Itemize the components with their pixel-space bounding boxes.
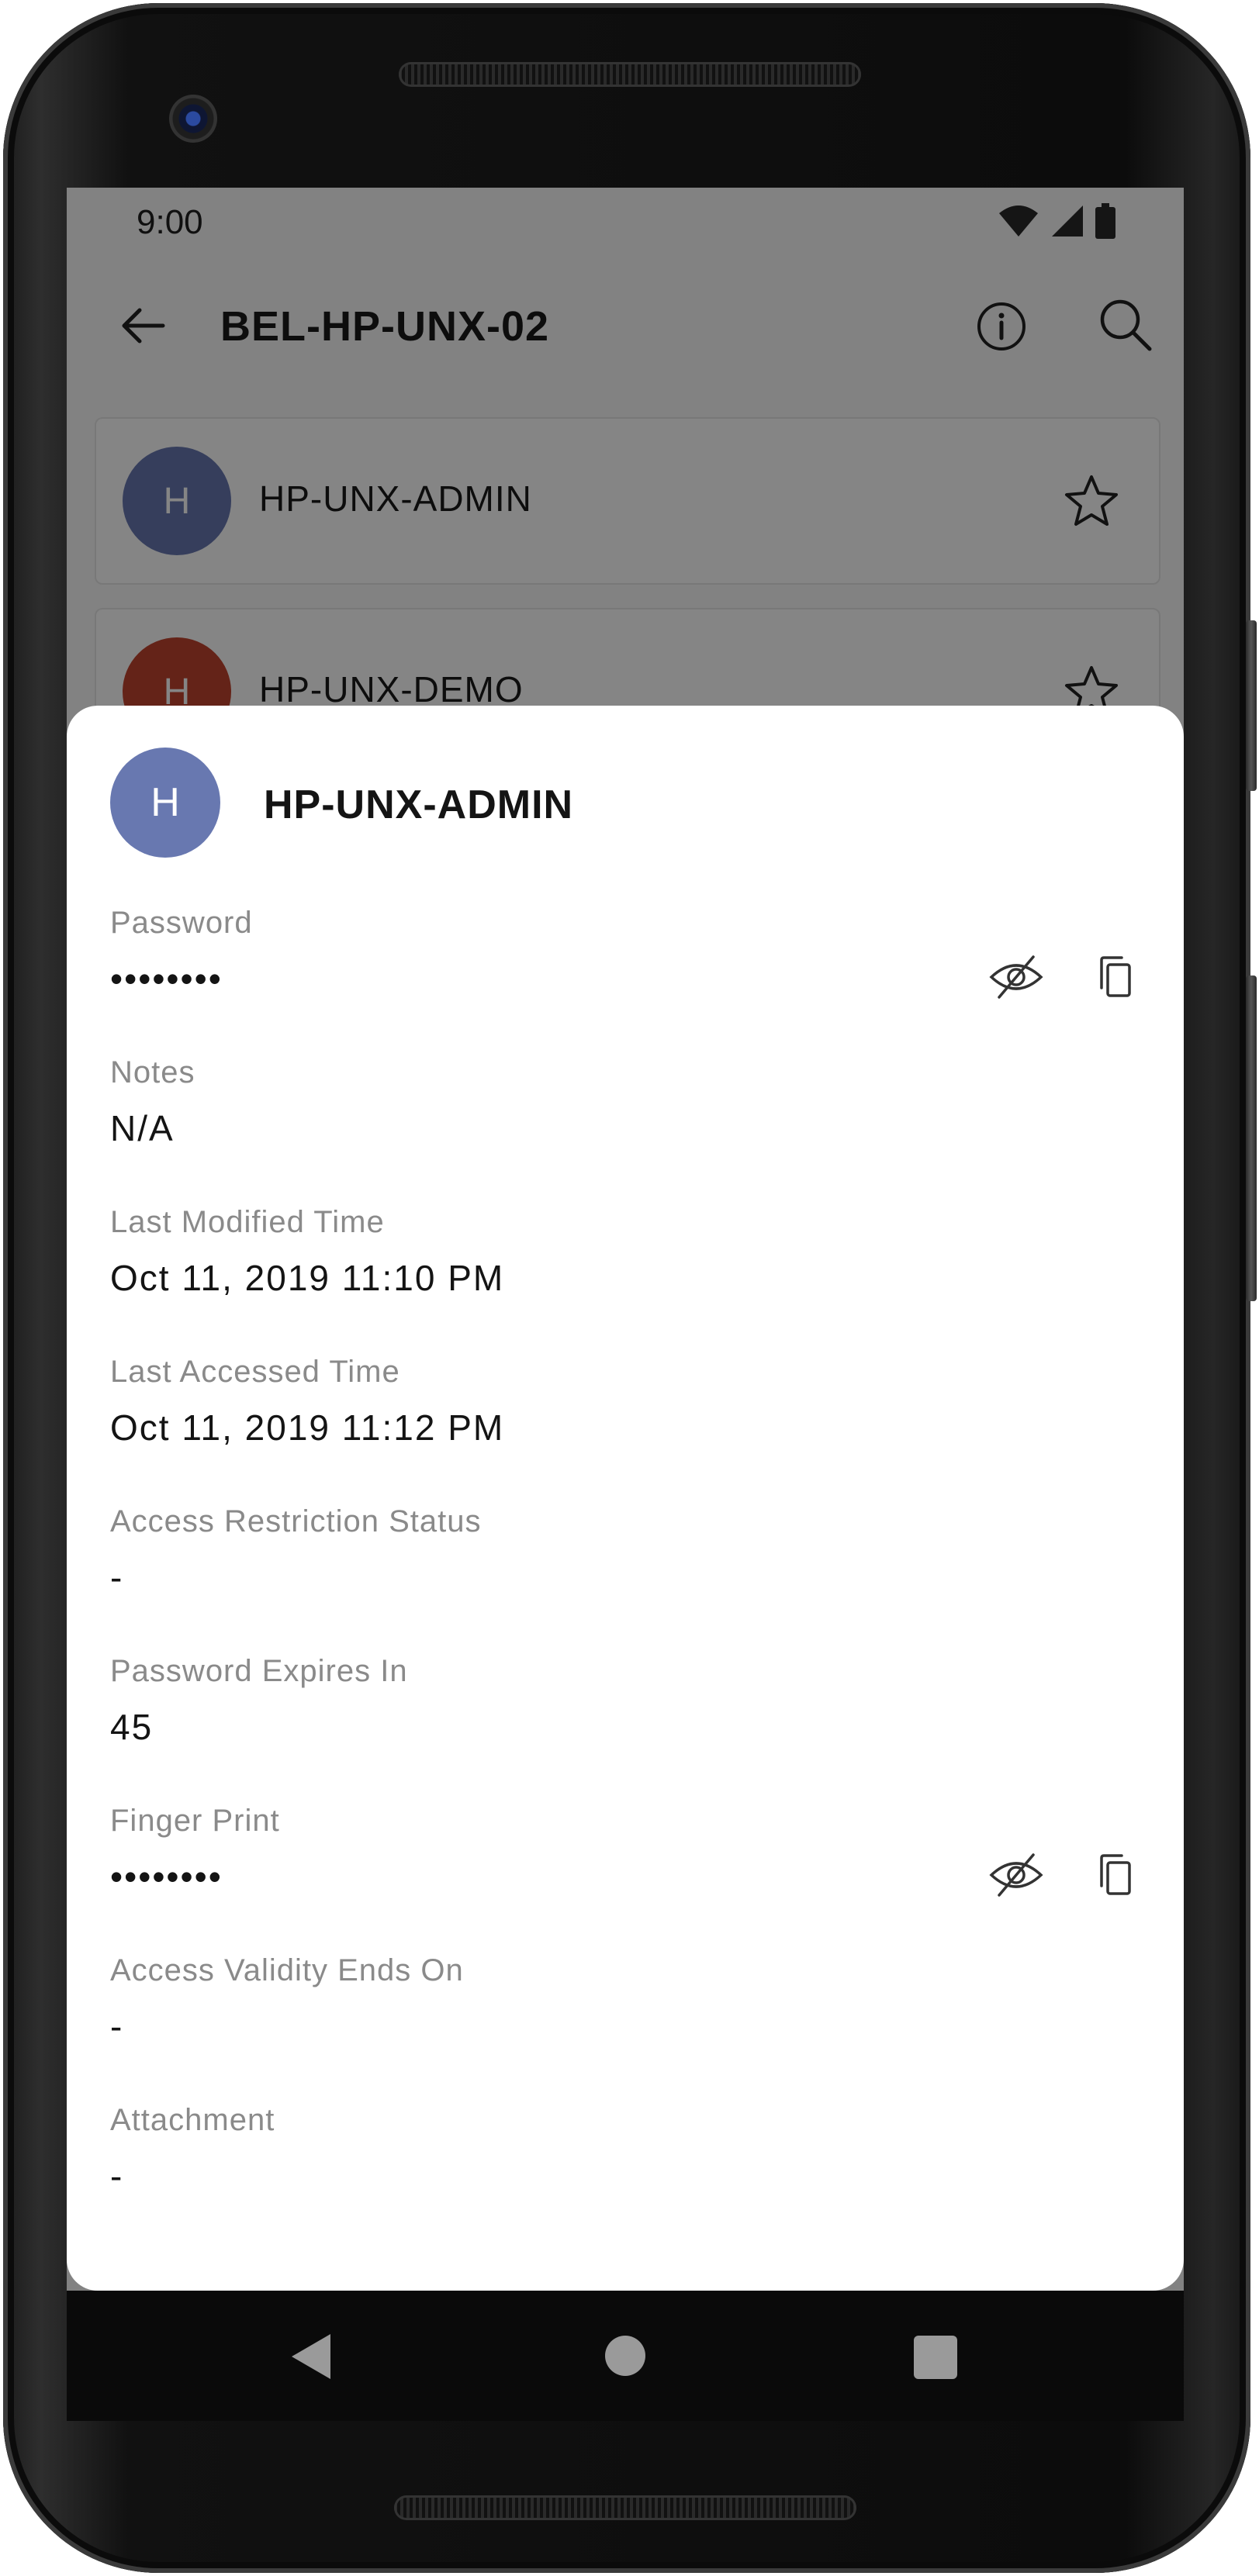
eye-off-icon[interactable] [988,952,1044,1002]
volume-button [1246,975,1257,1301]
front-camera [169,95,217,143]
field-value: •••••••• [110,1856,223,1897]
field-actions [988,952,1140,1002]
field-label: Password Expires In [110,1654,408,1688]
field-password-expires-in: Password Expires In 45 [110,1652,1140,1749]
field-value: - [110,2006,124,2046]
back-triangle-icon[interactable] [292,2334,330,2379]
field-value: - [110,2156,124,2196]
home-circle-icon[interactable] [605,2336,645,2376]
field-finger-print: Finger Print •••••••• [110,1802,1140,1898]
eye-off-icon[interactable] [988,1850,1044,1900]
sheet-title: HP-UNX-ADMIN [264,782,574,827]
field-last-modified-time: Last Modified Time Oct 11, 2019 11:10 PM [110,1203,1140,1300]
field-value: N/A [110,1108,175,1148]
field-access-validity-ends-on: Access Validity Ends On - [110,1952,1140,2048]
field-label: Finger Print [110,1804,280,1838]
field-value: Oct 11, 2019 11:12 PM [110,1407,505,1448]
copy-icon[interactable] [1097,955,1133,999]
top-speaker-grille [399,62,861,87]
system-nav-bar [67,2291,1184,2421]
field-attachment: Attachment - [110,2101,1140,2198]
field-label: Password [110,906,253,940]
field-notes: Notes N/A [110,1054,1140,1150]
field-access-restriction-status: Access Restriction Status - [110,1503,1140,1599]
account-details-sheet: H HP-UNX-ADMIN Password •••••••• Notes N… [67,706,1184,2291]
field-value: •••••••• [110,958,223,999]
field-value: - [110,1557,124,1597]
field-label: Last Accessed Time [110,1355,400,1389]
field-value: Oct 11, 2019 11:10 PM [110,1258,505,1298]
field-password: Password •••••••• [110,904,1140,1000]
field-label: Access Restriction Status [110,1504,482,1538]
field-label: Attachment [110,2103,275,2137]
recents-square-icon[interactable] [914,2336,957,2379]
bottom-speaker-grille [394,2495,856,2520]
field-value: 45 [110,1707,154,1747]
field-label: Last Modified Time [110,1205,385,1239]
avatar: H [110,748,220,858]
field-last-accessed-time: Last Accessed Time Oct 11, 2019 11:12 PM [110,1353,1140,1449]
copy-icon[interactable] [1097,1853,1133,1897]
power-button [1246,620,1257,791]
field-actions [988,1850,1140,1900]
field-label: Notes [110,1055,195,1089]
field-label: Access Validity Ends On [110,1953,464,1987]
